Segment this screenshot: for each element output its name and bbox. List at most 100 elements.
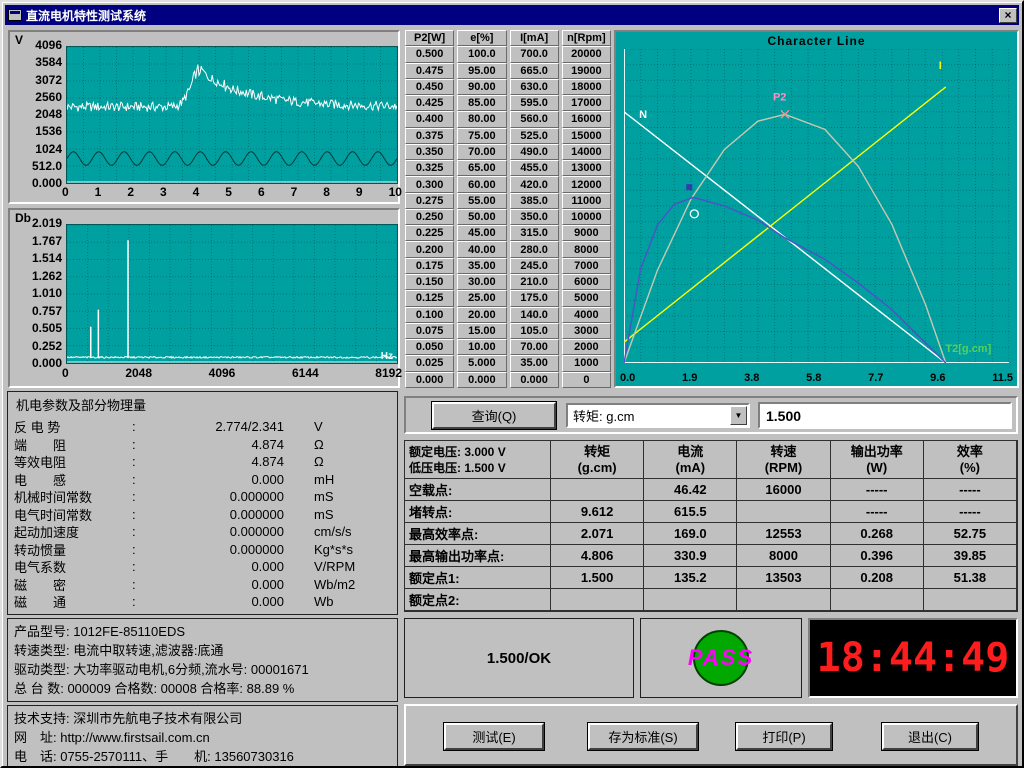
param-name: 转动惯量 (14, 540, 132, 559)
table-value-cell: ----- (831, 479, 924, 501)
param-unit: Kg*s*s (284, 542, 391, 557)
axis-tick: 70.00 (457, 144, 506, 160)
print-button[interactable]: 打印(P) (736, 723, 832, 750)
param-colon: : (132, 542, 144, 557)
axis-tick: 12000 (562, 176, 611, 192)
param-colon: : (132, 437, 144, 452)
param-unit: mS (284, 489, 391, 504)
axis-tick: 7000 (562, 258, 611, 274)
table-row-label: 额定点1: (405, 567, 551, 589)
table-value-cell (551, 479, 644, 501)
axis-tick: 14000 (562, 144, 611, 160)
svg-text:I: I (939, 60, 942, 72)
digital-clock: 18:44:49 (817, 635, 1010, 681)
axis-tick: 8000 (562, 241, 611, 257)
product-info-line: 驱动类型: 大功率驱动电机,6分频,流水号: 00001671 (14, 659, 391, 678)
chevron-down-icon[interactable]: ▼ (730, 406, 747, 425)
param-unit: mS (284, 507, 391, 522)
table-value-cell: 46.42 (644, 479, 737, 501)
save-standard-button[interactable]: 存为标准(S) (588, 723, 698, 750)
scope1-x-tick: 5 (225, 185, 232, 199)
axis-tick: 15.00 (457, 323, 506, 339)
axis-tick: 9000 (562, 225, 611, 241)
axis-tick: 80.00 (457, 111, 506, 127)
axis-tick: 630.0 (510, 79, 559, 95)
param-name: 等效电阻 (14, 452, 132, 471)
table-value-cell: ----- (831, 501, 924, 523)
voltage-scope-panel: V 4096358430722560204815361024512.00.000… (8, 30, 400, 204)
axis-tick: 0.175 (405, 258, 454, 274)
torque-unit-dropdown[interactable]: 转矩: g.cm ▼ (566, 403, 750, 428)
header-line: 电流 (677, 444, 703, 460)
scope2-x-tick: 6144 (292, 366, 319, 380)
param-name: 机械时间常数 (14, 487, 132, 506)
axis-tick: 0.000 (405, 372, 454, 388)
scope1-y-tick: 4096 (35, 39, 62, 52)
chart-x-axis: 0.01.93.85.87.79.611.5 (620, 372, 1013, 384)
table-value-cell: 4.806 (551, 545, 644, 567)
chart-x-tick: 0.0 (620, 372, 635, 384)
character-chart-panel: Character Line NP2IT2[g.cm] 0.01.93.85.8… (614, 30, 1019, 388)
table-corner-cell: 额定电压: 3.000 V低压电压: 1.500 V (405, 441, 551, 479)
axis-tick: 0.425 (405, 95, 454, 111)
axis-tick: 0.325 (405, 160, 454, 176)
axis-column-i-axis: I[mA]700.0665.0630.0595.0560.0525.0490.0… (510, 30, 559, 388)
axis-tick: 560.0 (510, 111, 559, 127)
spectrum-scope-panel: Db 2.0191.7671.5141.2621.0100.7570.5050.… (8, 208, 400, 388)
table-column-header: 电流(mA) (644, 441, 737, 479)
torque-value-input[interactable]: 1.500 (758, 402, 1012, 429)
action-buttons-panel: 测试(E) 存为标准(S) 打印(P) 退出(C) (404, 704, 1018, 766)
scope1-y-tick: 512.0 (32, 160, 62, 173)
axis-tick: 10000 (562, 209, 611, 225)
axis-tick: 1000 (562, 355, 611, 371)
param-colon: : (132, 507, 144, 522)
table-value-cell (644, 589, 737, 611)
scope1-x-tick: 9 (356, 185, 363, 199)
test-result-display: 1.500/OK (404, 618, 634, 698)
exit-button[interactable]: 退出(C) (882, 723, 978, 750)
axis-tick: 350.0 (510, 209, 559, 225)
axis-tick: 70.00 (510, 339, 559, 355)
axis-label-n-axis: n[Rpm] (562, 30, 611, 46)
axis-column-e-axis: e[%]100.095.0090.0085.0080.0075.0070.006… (457, 30, 506, 388)
product-info-panel: 产品型号: 1012FE-85110EDS转速类型: 电流中取转速,滤波器:底通… (7, 618, 398, 702)
axis-tick: 3000 (562, 323, 611, 339)
table-column-header: 效率(%) (924, 441, 1017, 479)
table-value-cell (551, 589, 644, 611)
chart-x-tick: 7.7 (868, 372, 883, 384)
table-row-label: 额定点2: (405, 589, 551, 611)
svg-text:T2[g.cm]: T2[g.cm] (945, 343, 991, 355)
scope1-y-tick: 0.000 (32, 177, 62, 190)
scope2-y-tick: 0.252 (32, 340, 62, 353)
axis-tick: 0.450 (405, 79, 454, 95)
table-value-cell: 0.268 (831, 523, 924, 545)
scope1-x-tick: 3 (160, 185, 167, 199)
axis-tick: 700.0 (510, 46, 559, 62)
param-colon: : (132, 454, 144, 469)
axis-column-p2-axis: P2[W]0.5000.4750.4500.4250.4000.3750.350… (405, 30, 454, 388)
param-row: 电气时间常数:0.000000mS (14, 505, 391, 523)
axis-tick: 385.0 (510, 193, 559, 209)
param-colon: : (132, 472, 144, 487)
axis-label-e-axis: e[%] (457, 30, 506, 46)
scope1-x-tick: 8 (323, 185, 330, 199)
close-button[interactable]: × (999, 8, 1017, 23)
table-value-cell (737, 589, 830, 611)
axis-tick: 19000 (562, 63, 611, 79)
scope1-plot-area (66, 46, 398, 184)
scope1-y-tick: 2048 (35, 108, 62, 121)
scope1-x-tick: 1 (95, 185, 102, 199)
scope2-y-tick: 0.505 (32, 322, 62, 335)
title-bar[interactable]: 直流电机特性测试系统 × (5, 5, 1019, 25)
axis-tick: 315.0 (510, 225, 559, 241)
query-bar: 查询(Q) 转矩: g.cm ▼ 1.500 (404, 396, 1018, 434)
product-info-line: 产品型号: 1012FE-85110EDS (14, 621, 391, 640)
axis-tick: 60.00 (457, 176, 506, 192)
table-value-cell: 2.071 (551, 523, 644, 545)
query-button[interactable]: 查询(Q) (432, 402, 556, 429)
param-row: 转动惯量:0.000000Kg*s*s (14, 540, 391, 558)
axis-tick: 0.075 (405, 323, 454, 339)
test-button[interactable]: 测试(E) (444, 723, 544, 750)
scope2-plot-area: Hz (66, 224, 398, 364)
param-row: 电 感:0.000mH (14, 470, 391, 488)
